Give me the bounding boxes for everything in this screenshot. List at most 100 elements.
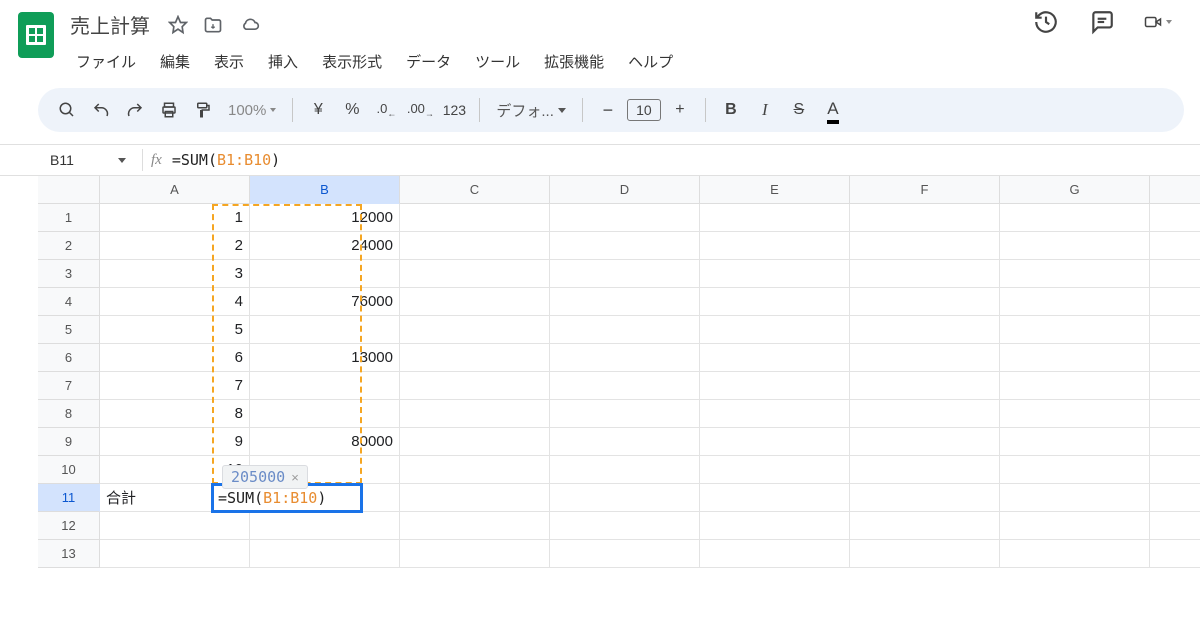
cell-C13[interactable] [400, 540, 550, 568]
cell-A7[interactable]: 7 [100, 372, 250, 400]
cell-B9[interactable]: 80000 [250, 428, 400, 456]
column-header-D[interactable]: D [550, 176, 700, 204]
font-size-decrease-button[interactable]: − [593, 95, 623, 125]
strikethrough-button[interactable]: S [784, 95, 814, 125]
cell-D11[interactable] [550, 484, 700, 512]
cell-D5[interactable] [550, 316, 700, 344]
cell-C2[interactable] [400, 232, 550, 260]
menu-ext[interactable]: 拡張機能 [534, 47, 614, 76]
menu-format[interactable]: 表示形式 [312, 47, 392, 76]
cell-A3[interactable]: 3 [100, 260, 250, 288]
cell-F8[interactable] [850, 400, 1000, 428]
cell-F1[interactable] [850, 204, 1000, 232]
sheets-logo[interactable] [16, 8, 56, 60]
cell-G10[interactable] [1000, 456, 1150, 484]
cell-A4[interactable]: 4 [100, 288, 250, 316]
column-header-A[interactable]: A [100, 176, 250, 204]
cell-D3[interactable] [550, 260, 700, 288]
cell-C12[interactable] [400, 512, 550, 540]
cell-E3[interactable] [700, 260, 850, 288]
search-icon[interactable] [52, 95, 82, 125]
cell-A1[interactable]: 1 [100, 204, 250, 232]
cell-C8[interactable] [400, 400, 550, 428]
cell-C1[interactable] [400, 204, 550, 232]
menu-data[interactable]: データ [396, 47, 461, 76]
row-header-13[interactable]: 13 [38, 540, 100, 568]
select-all-corner[interactable] [38, 176, 100, 204]
cell-D2[interactable] [550, 232, 700, 260]
cell-F5[interactable] [850, 316, 1000, 344]
font-select[interactable]: デフォ... [490, 100, 572, 121]
column-header-F[interactable]: F [850, 176, 1000, 204]
cell-F9[interactable] [850, 428, 1000, 456]
font-size-increase-button[interactable]: + [665, 95, 695, 125]
name-box[interactable]: B11 [38, 152, 134, 168]
row-header-1[interactable]: 1 [38, 204, 100, 232]
cell-D4[interactable] [550, 288, 700, 316]
cell-A5[interactable]: 5 [100, 316, 250, 344]
bold-button[interactable]: B [716, 95, 746, 125]
cell-B13[interactable] [250, 540, 400, 568]
column-header-B[interactable]: B [250, 176, 400, 204]
cell-E12[interactable] [700, 512, 850, 540]
star-icon[interactable] [168, 15, 188, 35]
fx-icon[interactable]: fx [151, 152, 162, 169]
menu-help[interactable]: ヘルプ [618, 47, 683, 76]
menu-view[interactable]: 表示 [204, 47, 254, 76]
cell-D10[interactable] [550, 456, 700, 484]
column-header-C[interactable]: C [400, 176, 550, 204]
cell-C6[interactable] [400, 344, 550, 372]
menu-edit[interactable]: 編集 [150, 47, 200, 76]
cell-F7[interactable] [850, 372, 1000, 400]
row-header-12[interactable]: 12 [38, 512, 100, 540]
cell-B5[interactable] [250, 316, 400, 344]
row-header-5[interactable]: 5 [38, 316, 100, 344]
cell-D8[interactable] [550, 400, 700, 428]
cell-B2[interactable]: 24000 [250, 232, 400, 260]
cell-F4[interactable] [850, 288, 1000, 316]
cell-C3[interactable] [400, 260, 550, 288]
menu-insert[interactable]: 挿入 [258, 47, 308, 76]
italic-button[interactable]: I [750, 95, 780, 125]
column-header-G[interactable]: G [1000, 176, 1150, 204]
cell-F12[interactable] [850, 512, 1000, 540]
cloud-status-icon[interactable] [238, 15, 262, 35]
row-header-11[interactable]: 11 [38, 484, 100, 512]
menu-file[interactable]: ファイル [66, 47, 146, 76]
redo-icon[interactable] [120, 95, 150, 125]
cell-E2[interactable] [700, 232, 850, 260]
cell-C5[interactable] [400, 316, 550, 344]
cell-E9[interactable] [700, 428, 850, 456]
decrease-decimal-button[interactable]: .0← [371, 95, 401, 125]
number-format-button[interactable]: 123 [439, 95, 469, 125]
cell-E10[interactable] [700, 456, 850, 484]
cell-E6[interactable] [700, 344, 850, 372]
cell-D13[interactable] [550, 540, 700, 568]
cell-G11[interactable] [1000, 484, 1150, 512]
cell-F11[interactable] [850, 484, 1000, 512]
cell-G7[interactable] [1000, 372, 1150, 400]
increase-decimal-button[interactable]: .00→ [405, 95, 435, 125]
cell-F2[interactable] [850, 232, 1000, 260]
cell-D9[interactable] [550, 428, 700, 456]
zoom-select[interactable]: 100% [222, 102, 282, 119]
cell-G6[interactable] [1000, 344, 1150, 372]
history-icon[interactable] [1032, 8, 1060, 36]
cell-A13[interactable] [100, 540, 250, 568]
cell-G5[interactable] [1000, 316, 1150, 344]
row-header-8[interactable]: 8 [38, 400, 100, 428]
cell-E8[interactable] [700, 400, 850, 428]
cell-E5[interactable] [700, 316, 850, 344]
cell-E4[interactable] [700, 288, 850, 316]
cell-C7[interactable] [400, 372, 550, 400]
move-folder-icon[interactable] [202, 15, 224, 35]
cell-B1[interactable]: 12000 [250, 204, 400, 232]
cell-G4[interactable] [1000, 288, 1150, 316]
comments-icon[interactable] [1088, 8, 1116, 36]
cell-D12[interactable] [550, 512, 700, 540]
cell-A2[interactable]: 2 [100, 232, 250, 260]
cell-A9[interactable]: 9 [100, 428, 250, 456]
text-color-button[interactable]: A [818, 95, 848, 125]
cell-F3[interactable] [850, 260, 1000, 288]
cell-G2[interactable] [1000, 232, 1150, 260]
